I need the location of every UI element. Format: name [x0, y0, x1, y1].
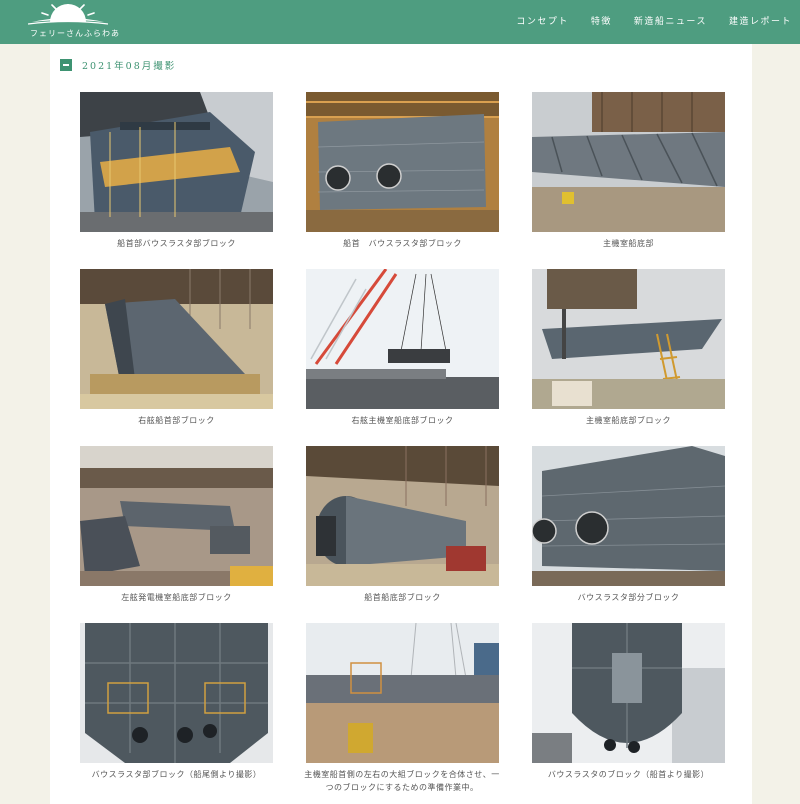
- collapse-icon[interactable]: [60, 59, 72, 71]
- photo-engine-room-bottom[interactable]: [532, 92, 725, 232]
- photo-caption: 主機室船底部: [603, 239, 654, 248]
- photo-bow-thruster-block-1[interactable]: [80, 92, 273, 232]
- photo-grid: 船首部バウスラスタ部ブロック 船首 バウスラスタ部ブロック 主機室船底部 右舷船…: [80, 92, 726, 792]
- nav-news[interactable]: 新造船ニュース: [634, 14, 707, 27]
- photo-item[interactable]: 船首部バウスラスタ部ブロック: [80, 92, 273, 251]
- photo-item[interactable]: バウスラスタのブロック（船首より撮影）: [532, 623, 725, 782]
- logo-text: フェリーさんふらわあ: [30, 29, 120, 38]
- photo-item[interactable]: 船首船底部ブロック: [306, 446, 499, 605]
- main-nav: コンセプト 特徴 新造船ニュース 建造レポート: [516, 14, 792, 27]
- photo-item[interactable]: 船首 バウスラスタ部ブロック: [306, 92, 499, 251]
- photo-item[interactable]: 主機室船底部ブロック: [532, 269, 725, 428]
- photo-caption: バウスラスタ部分ブロック: [577, 593, 680, 602]
- site-logo[interactable]: フェリーさんふらわあ: [22, 4, 119, 40]
- photo-caption: 船首部バウスラスタ部ブロック: [117, 239, 236, 248]
- photo-item[interactable]: 右舷主機室船底部ブロック: [306, 269, 499, 428]
- photo-item[interactable]: 左舷発電機室船底部ブロック: [80, 446, 273, 605]
- photo-item[interactable]: 主機室船首側の左右の大組ブロックを合体させ、一つのブロックにするための準備作業中…: [304, 623, 499, 792]
- photo-item[interactable]: バウスラスタ部ブロック（船尾側より撮影）: [80, 623, 273, 782]
- photo-item[interactable]: 右舷船首部ブロック: [80, 269, 273, 428]
- photo-bow-thruster-stern-view[interactable]: [80, 623, 273, 763]
- photo-port-generator-room-block[interactable]: [80, 446, 273, 586]
- nav-features[interactable]: 特徴: [591, 14, 612, 27]
- photo-bow-thruster-block-2[interactable]: [306, 92, 499, 232]
- nav-construction-report[interactable]: 建造レポート: [729, 14, 792, 27]
- photo-caption: 左舷発電機室船底部ブロック: [121, 593, 232, 602]
- photo-caption: 主機室船底部ブロック: [586, 416, 671, 425]
- photo-bow-thruster-partial-block[interactable]: [532, 446, 725, 586]
- section-title: 2021年08月撮影: [82, 61, 177, 72]
- photo-bow-bottom-block[interactable]: [306, 446, 499, 586]
- site-header: フェリーさんふらわあ コンセプト 特徴 新造船ニュース 建造レポート: [0, 0, 800, 44]
- nav-concept[interactable]: コンセプト: [516, 14, 569, 27]
- content-card: 2021年08月撮影 船首部バウスラスタ部ブロック 船首 バウスラスタ部ブロック…: [50, 44, 752, 804]
- photo-caption: バウスラスタのブロック（船首より撮影）: [547, 770, 710, 779]
- photo-caption: 船首 バウスラスタ部ブロック: [343, 239, 462, 248]
- photo-caption: バウスラスタ部ブロック（船尾側より撮影）: [91, 770, 262, 779]
- photo-starboard-bow-block[interactable]: [80, 269, 273, 409]
- photo-engine-room-bottom-block[interactable]: [532, 269, 725, 409]
- photo-caption: 右舷主機室船底部ブロック: [351, 416, 454, 425]
- section-header[interactable]: 2021年08月撮影: [60, 58, 176, 72]
- photo-item[interactable]: バウスラスタ部分ブロック: [532, 446, 725, 605]
- sun-logo-icon: [28, 4, 108, 25]
- photo-crane-lift[interactable]: [306, 269, 499, 409]
- photo-bow-thruster-bow-view[interactable]: [532, 623, 725, 763]
- photo-engine-room-joining-prep[interactable]: [306, 623, 499, 763]
- photo-caption: 主機室船首側の左右の大組ブロックを合体させ、一つのブロックにするための準備作業中…: [304, 770, 500, 792]
- photo-caption: 船首船底部ブロック: [364, 593, 441, 602]
- photo-caption: 右舷船首部ブロック: [138, 416, 215, 425]
- photo-item[interactable]: 主機室船底部: [532, 92, 725, 251]
